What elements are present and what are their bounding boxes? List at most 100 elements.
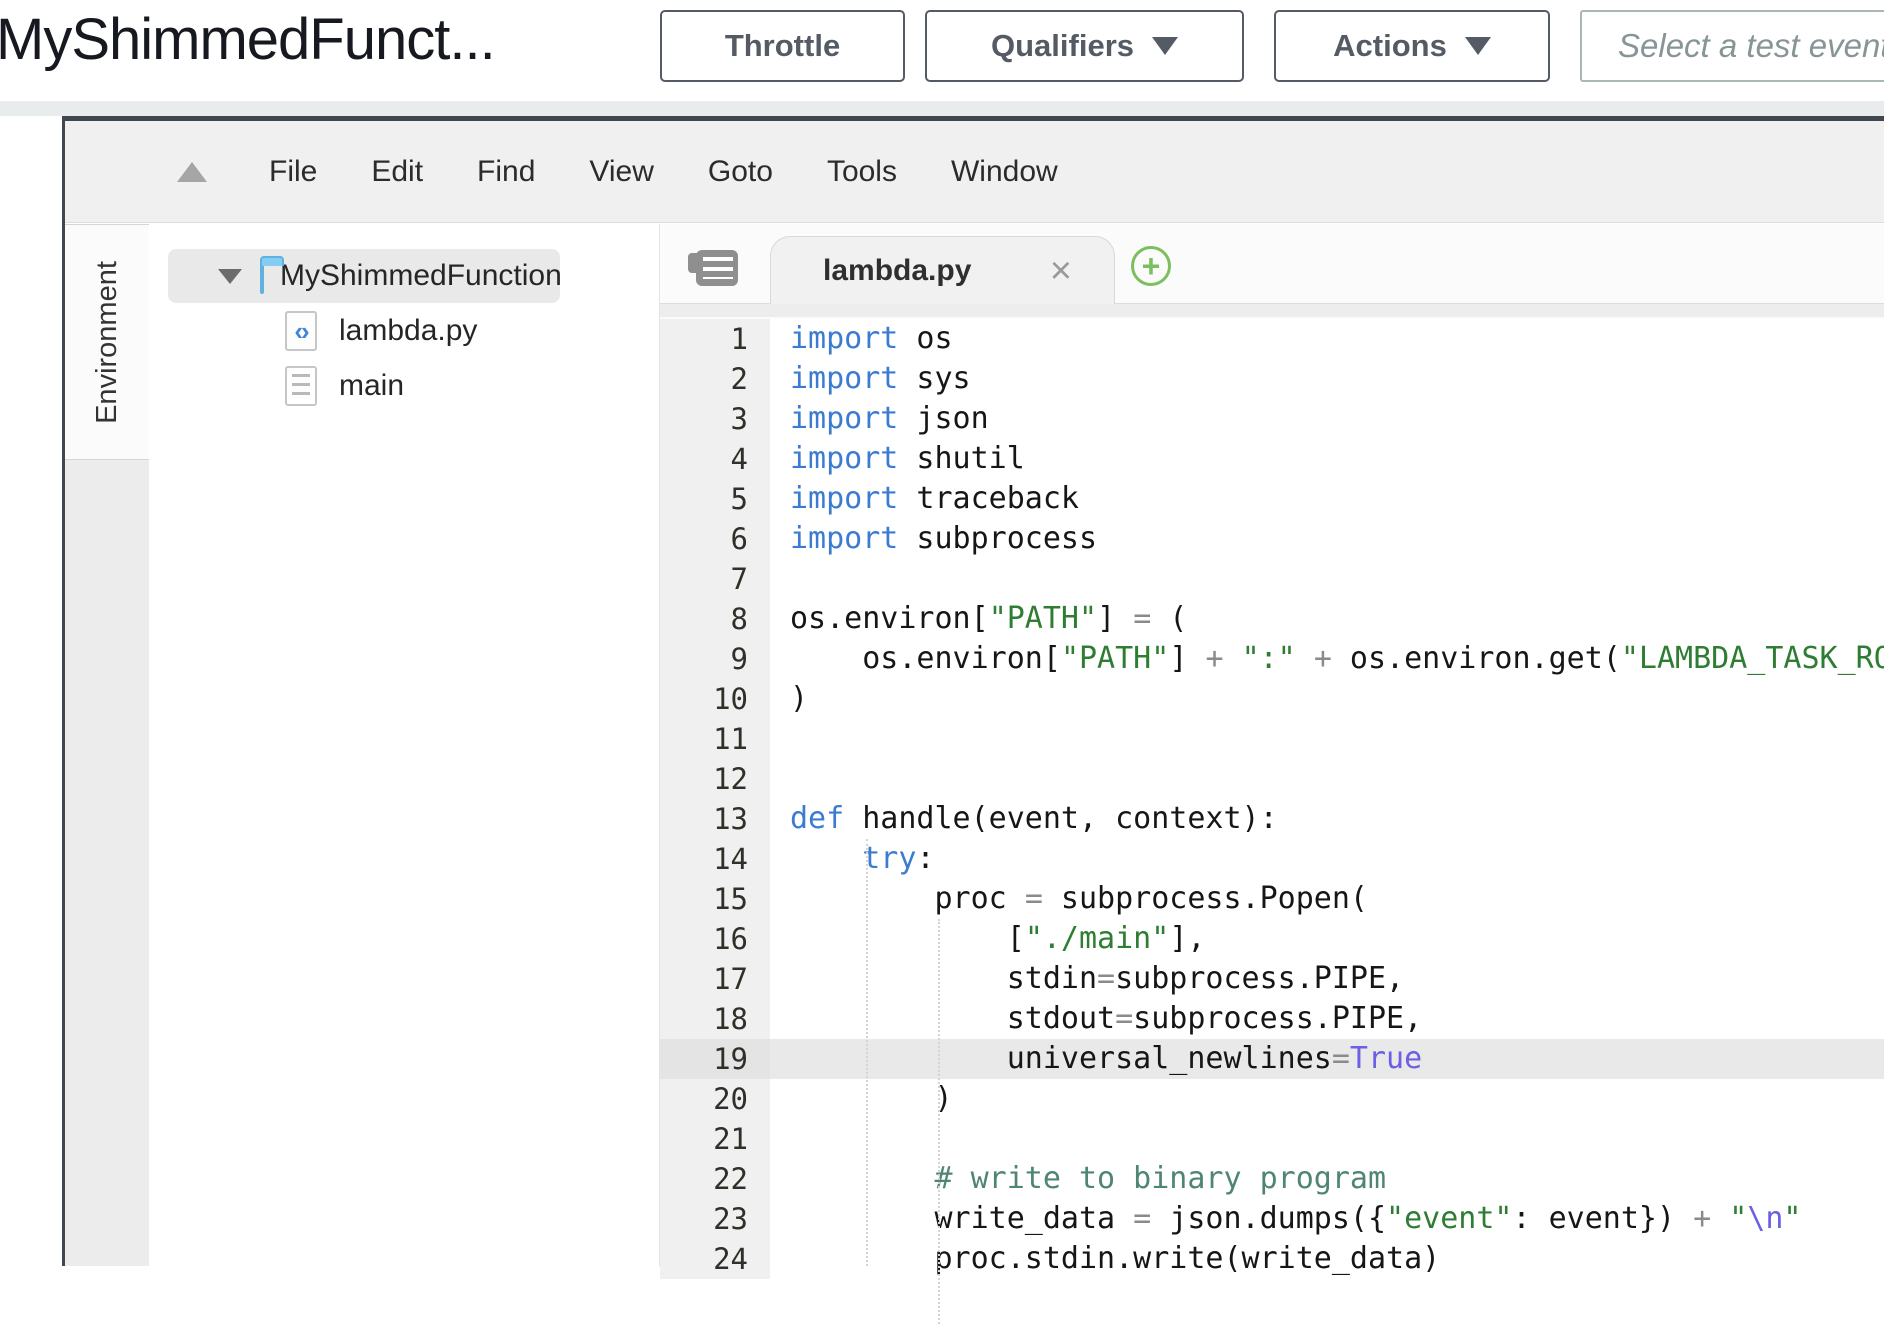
menu-item-view[interactable]: View	[589, 155, 653, 189]
code-file-icon	[285, 311, 317, 351]
close-tab-icon[interactable]: ×	[1050, 252, 1072, 290]
test-event-select[interactable]: Select a test event	[1580, 10, 1884, 82]
line-number: 19	[660, 1039, 770, 1079]
throttle-button[interactable]: Throttle	[660, 10, 905, 82]
tree-item-main[interactable]: main	[168, 359, 560, 413]
code-lines: 1import os2import sys3import json4import…	[660, 319, 1884, 1279]
line-number: 1	[660, 319, 770, 359]
line-number: 15	[660, 879, 770, 919]
code-line[interactable]: 8os.environ["PATH"] = (	[660, 599, 1884, 639]
code-line[interactable]: 13def handle(event, context):	[660, 799, 1884, 839]
code-line[interactable]: 17 stdin=subprocess.PIPE,	[660, 959, 1884, 999]
chevron-down-icon	[1465, 37, 1491, 55]
code-line[interactable]: 24 proc.stdin.write(write_data)	[660, 1239, 1884, 1279]
menu-item-file[interactable]: File	[269, 155, 317, 189]
code-line[interactable]: 16 ["./main"],	[660, 919, 1884, 959]
code-text: universal_newlines=True	[770, 1039, 1884, 1079]
code-line[interactable]: 3import json	[660, 399, 1884, 439]
code-line[interactable]: 7	[660, 559, 1884, 599]
code-text: try:	[770, 839, 1884, 879]
code-line[interactable]: 1import os	[660, 319, 1884, 359]
code-line[interactable]: 14 try:	[660, 839, 1884, 879]
code-text	[770, 759, 1884, 799]
tab-lambda-py[interactable]: lambda.py ×	[770, 236, 1115, 304]
menu-item-tools[interactable]: Tools	[827, 155, 897, 189]
code-text: )	[770, 679, 1884, 719]
line-number: 13	[660, 799, 770, 839]
code-line[interactable]: 9 os.environ["PATH"] + ":" + os.environ.…	[660, 639, 1884, 679]
tab-shelf	[660, 303, 1884, 317]
line-number: 5	[660, 479, 770, 519]
actions-button[interactable]: Actions	[1274, 10, 1550, 82]
code-line[interactable]: 19 universal_newlines=True	[660, 1039, 1884, 1079]
code-editor: lambda.py × + 1import os2import sys3impo…	[660, 224, 1884, 1266]
line-number: 8	[660, 599, 770, 639]
line-number: 17	[660, 959, 770, 999]
line-number: 6	[660, 519, 770, 559]
line-number: 21	[660, 1119, 770, 1159]
code-line[interactable]: 5import traceback	[660, 479, 1884, 519]
file-tree: MyShimmedFunction lambda.py main	[149, 224, 660, 1266]
code-text: def handle(event, context):	[770, 799, 1884, 839]
collapse-panel-icon[interactable]	[177, 162, 207, 182]
code-text: import shutil	[770, 439, 1884, 479]
code-text	[770, 719, 1884, 759]
caret-down-icon[interactable]	[218, 269, 242, 284]
header: MyShimmedFunct... Throttle Qualifiers Ac…	[0, 0, 1884, 101]
code-line[interactable]: 18 stdout=subprocess.PIPE,	[660, 999, 1884, 1039]
code-text: import json	[770, 399, 1884, 439]
code-line[interactable]: 22 # write to binary program	[660, 1159, 1884, 1199]
line-number: 16	[660, 919, 770, 959]
code-text: ["./main"],	[770, 919, 1884, 959]
line-number: 2	[660, 359, 770, 399]
code-line[interactable]: 10)	[660, 679, 1884, 719]
code-line[interactable]: 21	[660, 1119, 1884, 1159]
line-number: 20	[660, 1079, 770, 1119]
code-text: import os	[770, 319, 1884, 359]
open-files-list-icon[interactable]	[696, 250, 738, 286]
code-text: import traceback	[770, 479, 1884, 519]
code-text: stdout=subprocess.PIPE,	[770, 999, 1884, 1039]
function-title: MyShimmedFunct...	[0, 6, 495, 73]
ide-panel: File Edit Find View Goto Tools Window En…	[62, 116, 1884, 1266]
code-line[interactable]: 15 proc = subprocess.Popen(	[660, 879, 1884, 919]
line-number: 18	[660, 999, 770, 1039]
tree-item-folder[interactable]: MyShimmedFunction	[168, 249, 560, 303]
menu-item-goto[interactable]: Goto	[708, 155, 773, 189]
code-text: os.environ["PATH"] = (	[770, 599, 1884, 639]
line-number: 9	[660, 639, 770, 679]
code-line[interactable]: 12	[660, 759, 1884, 799]
line-number: 7	[660, 559, 770, 599]
environment-tab[interactable]: Environment	[65, 224, 149, 460]
code-text: )	[770, 1079, 1884, 1119]
line-number: 14	[660, 839, 770, 879]
side-tab-strip: Environment	[65, 224, 149, 1266]
code-text: os.environ["PATH"] + ":" + os.environ.ge…	[770, 639, 1884, 679]
qualifiers-button[interactable]: Qualifiers	[925, 10, 1244, 82]
code-text: # write to binary program	[770, 1159, 1884, 1199]
code-text: stdin=subprocess.PIPE,	[770, 959, 1884, 999]
code-line[interactable]: 4import shutil	[660, 439, 1884, 479]
code-text: proc = subprocess.Popen(	[770, 879, 1884, 919]
code-line[interactable]: 20 )	[660, 1079, 1884, 1119]
line-number: 23	[660, 1199, 770, 1239]
line-number: 22	[660, 1159, 770, 1199]
code-line[interactable]: 11	[660, 719, 1884, 759]
chevron-down-icon	[1152, 37, 1178, 55]
line-number: 3	[660, 399, 770, 439]
folder-icon	[260, 264, 264, 294]
line-number: 11	[660, 719, 770, 759]
code-text: import subprocess	[770, 519, 1884, 559]
menu-item-find[interactable]: Find	[477, 155, 535, 189]
document-file-icon	[285, 366, 317, 406]
new-tab-icon[interactable]: +	[1131, 246, 1171, 286]
code-line[interactable]: 2import sys	[660, 359, 1884, 399]
tree-item-lambda-py[interactable]: lambda.py	[168, 304, 560, 358]
code-line[interactable]: 23 write_data = json.dumps({"event": eve…	[660, 1199, 1884, 1239]
menu-item-edit[interactable]: Edit	[371, 155, 423, 189]
code-text	[770, 559, 1884, 599]
code-line[interactable]: 6import subprocess	[660, 519, 1884, 559]
menu-item-window[interactable]: Window	[951, 155, 1058, 189]
header-divider	[0, 101, 1884, 116]
line-number: 4	[660, 439, 770, 479]
